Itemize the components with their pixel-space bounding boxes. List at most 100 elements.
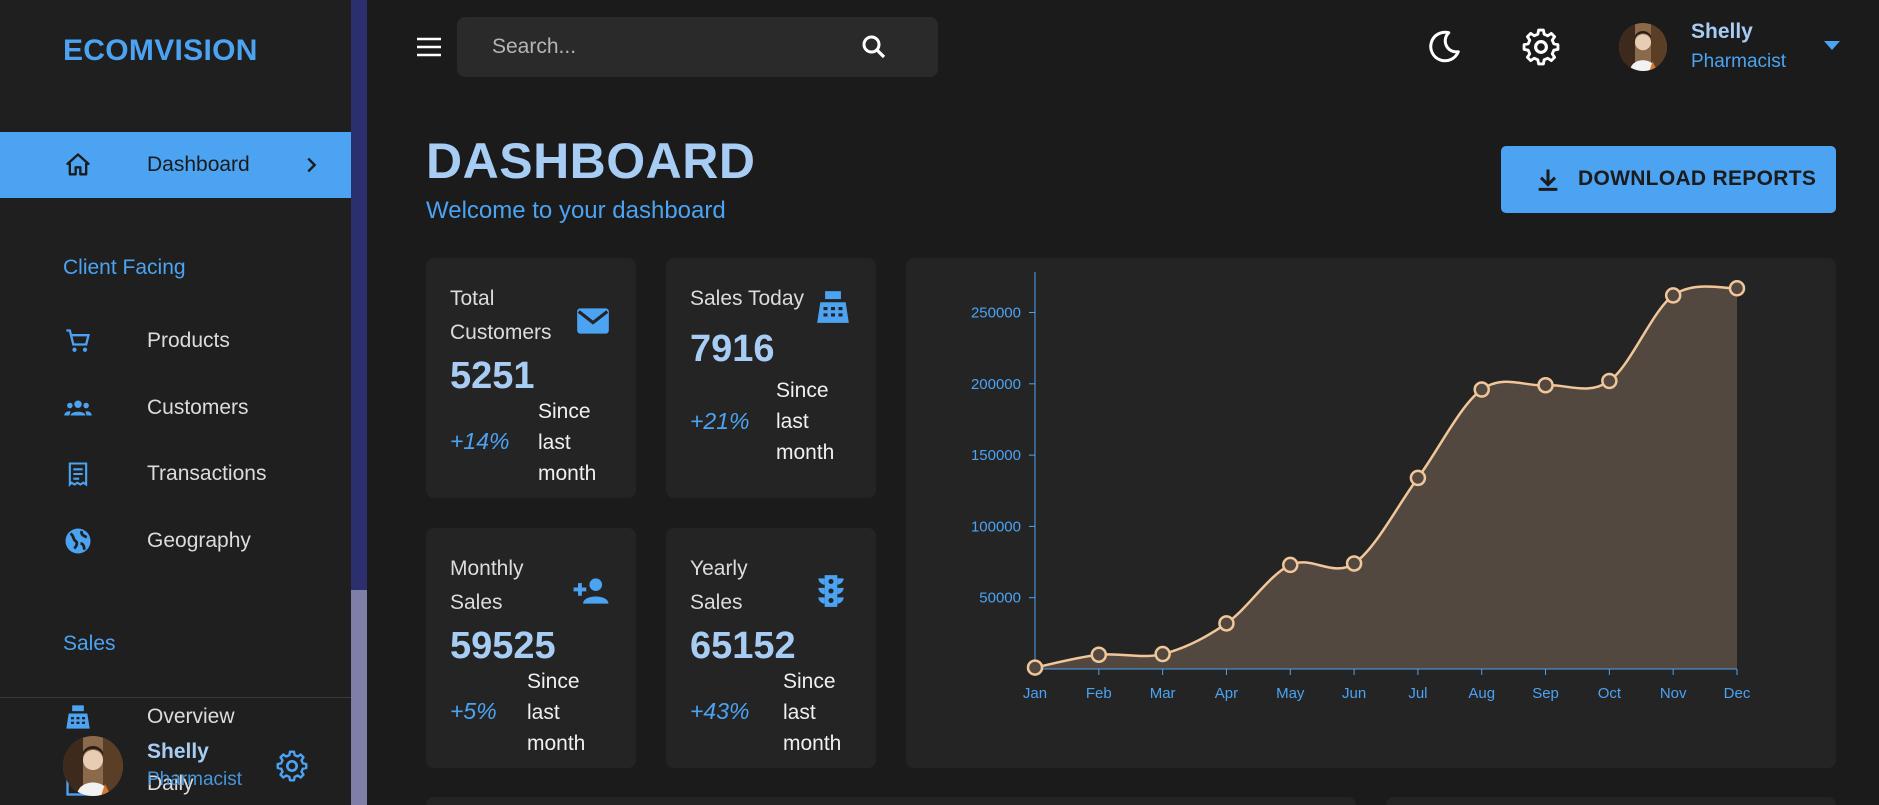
sidebar-item-label: Transactions [147,462,267,485]
chart-x-tick-label: Mar [1150,685,1176,702]
stat-since-label: Since last month [538,400,597,485]
chart-data-point [1090,646,1108,663]
stat-card-sales-today: Sales Today 7916 +21% Since last month [666,258,876,498]
sales-area-chart[interactable]: 50000 100000 150000 200000 250000 Jan Feb Mar Ap… [906,258,1836,768]
bottom-panel-right [1386,797,1836,805]
stat-since-label: Since last month [527,670,586,755]
chart-data-point [1664,287,1682,304]
receipt-icon [63,459,93,489]
sidebar-item-dashboard[interactable]: Dashboard [0,132,351,198]
stat-title: Sales Today [690,287,805,310]
point-of-sale-icon [817,291,849,323]
stat-value: 59525 [450,625,556,667]
shopping-cart-icon [63,326,93,356]
sidebar-item-label: Geography [147,529,251,552]
app-window: ECOMVISION Dashboard Client Facing Produ… [0,0,1879,805]
user-role: Pharmacist [1691,51,1787,72]
menu-toggle-button[interactable] [412,30,446,64]
avatar[interactable] [1619,23,1667,71]
stat-value: 7916 [690,328,775,370]
chart-x-tick-label: Nov [1660,685,1687,702]
dark-mode-icon[interactable] [1425,28,1463,66]
sidebar-item-products[interactable]: Products [0,308,351,374]
stat-increase: +14% [450,428,510,454]
chart-y-tick-label: 250000 [971,305,1021,322]
stat-value: 65152 [690,625,796,667]
hamburger-menu-icon [417,37,441,57]
chart-x-tick-label: Jan [1023,685,1047,702]
chart-y-tick-label: 150000 [971,447,1021,464]
chart-x-tick-label: May [1276,685,1305,702]
download-reports-button[interactable]: DOWNLOAD REPORTS [1501,146,1836,213]
bottom-panel-left [426,797,1356,805]
search-bar [457,17,938,77]
sidebar-item-label: Products [147,329,230,352]
sidebar-user-profile: Shelly Pharmacist [0,697,351,805]
download-icon [1538,169,1558,191]
chart-x-tick-label: Oct [1598,685,1622,702]
chart-data-point [1601,372,1618,390]
avatar[interactable] [63,736,123,796]
search-input[interactable] [492,17,852,77]
sidebar-item-customers[interactable]: Customers [0,375,351,441]
chart-x-tick-label: Apr [1215,685,1238,702]
sidebar-item-transactions[interactable]: Transactions [0,441,351,507]
stat-title: Yearly Sales [690,557,748,614]
chart-x-tick-label: Sep [1532,685,1559,702]
sidebar: ECOMVISION Dashboard Client Facing Produ… [0,0,351,805]
search-icon[interactable] [859,32,889,62]
chart-data-point [1282,556,1299,574]
chart-area-fill [1035,286,1737,669]
stat-title: Total Customers [450,287,552,344]
section-title-client-facing: Client Facing [63,256,186,279]
stat-value: 5251 [450,355,535,397]
stat-since-label: Since last month [776,379,835,464]
stat-increase: +21% [690,408,750,434]
sidebar-item-label: Customers [147,396,249,419]
chart-data-point [1409,469,1427,487]
stat-increase: +43% [690,698,750,724]
user-name[interactable]: Shelly [1691,20,1753,44]
chart-data-point [1728,280,1746,297]
traffic-icon [818,575,844,607]
page-subtitle: Welcome to your dashboard [426,197,726,224]
settings-icon[interactable] [1522,28,1560,66]
chart-x-tick-label: Dec [1724,685,1751,702]
stat-increase: +5% [450,698,497,724]
chart-y-tick-label: 100000 [971,518,1021,535]
chart-data-point [1218,615,1235,632]
dropdown-caret-icon[interactable] [1822,38,1842,52]
home-icon [63,150,93,180]
chevron-right-icon [307,157,317,173]
chart-data-point [1154,645,1171,663]
chart-x-tick-label: Aug [1468,685,1495,702]
stat-card-monthly-sales: Monthly Sales 59525 +5% Since last month [426,528,636,768]
sidebar-user-name: Shelly [147,740,209,763]
chart-x-tick-label: Jul [1408,685,1427,702]
globe-icon [63,526,93,556]
chart-x-tick-label: Feb [1086,685,1112,702]
stat-title: Monthly Sales [450,557,524,614]
sidebar-user-role: Pharmacist [147,769,243,790]
sidebar-scrollbar-thumb[interactable] [351,590,367,805]
page-title: DASHBOARD [426,133,756,189]
stat-since-label: Since last month [783,670,842,755]
brand-logo[interactable]: ECOMVISION [63,34,258,68]
sales-chart-panel: 50000 100000 150000 200000 250000 Jan Feb Mar Ap… [906,258,1836,768]
sidebar-item-label: Dashboard [147,153,250,176]
section-title-sales: Sales [63,632,116,655]
chart-data-point [1537,376,1554,394]
chart-x-tick-label: Jun [1342,685,1366,702]
sidebar-item-geography[interactable]: Geography [0,508,351,574]
chart-y-tick-label: 200000 [971,376,1021,393]
download-reports-label: DOWNLOAD REPORTS [1578,167,1817,190]
chart-data-point [1473,381,1490,398]
email-icon [577,308,609,334]
stat-card-yearly-sales: Yearly Sales 65152 +43% Since last month [666,528,876,768]
group-icon [63,393,93,423]
stat-card-total-customers: Total Customers 5251 +14% Since last mon… [426,258,636,498]
chart-y-tick-label: 50000 [979,590,1021,607]
person-add-icon [573,578,609,604]
chart-data-point [1345,555,1363,572]
settings-gear-icon[interactable] [276,750,308,782]
